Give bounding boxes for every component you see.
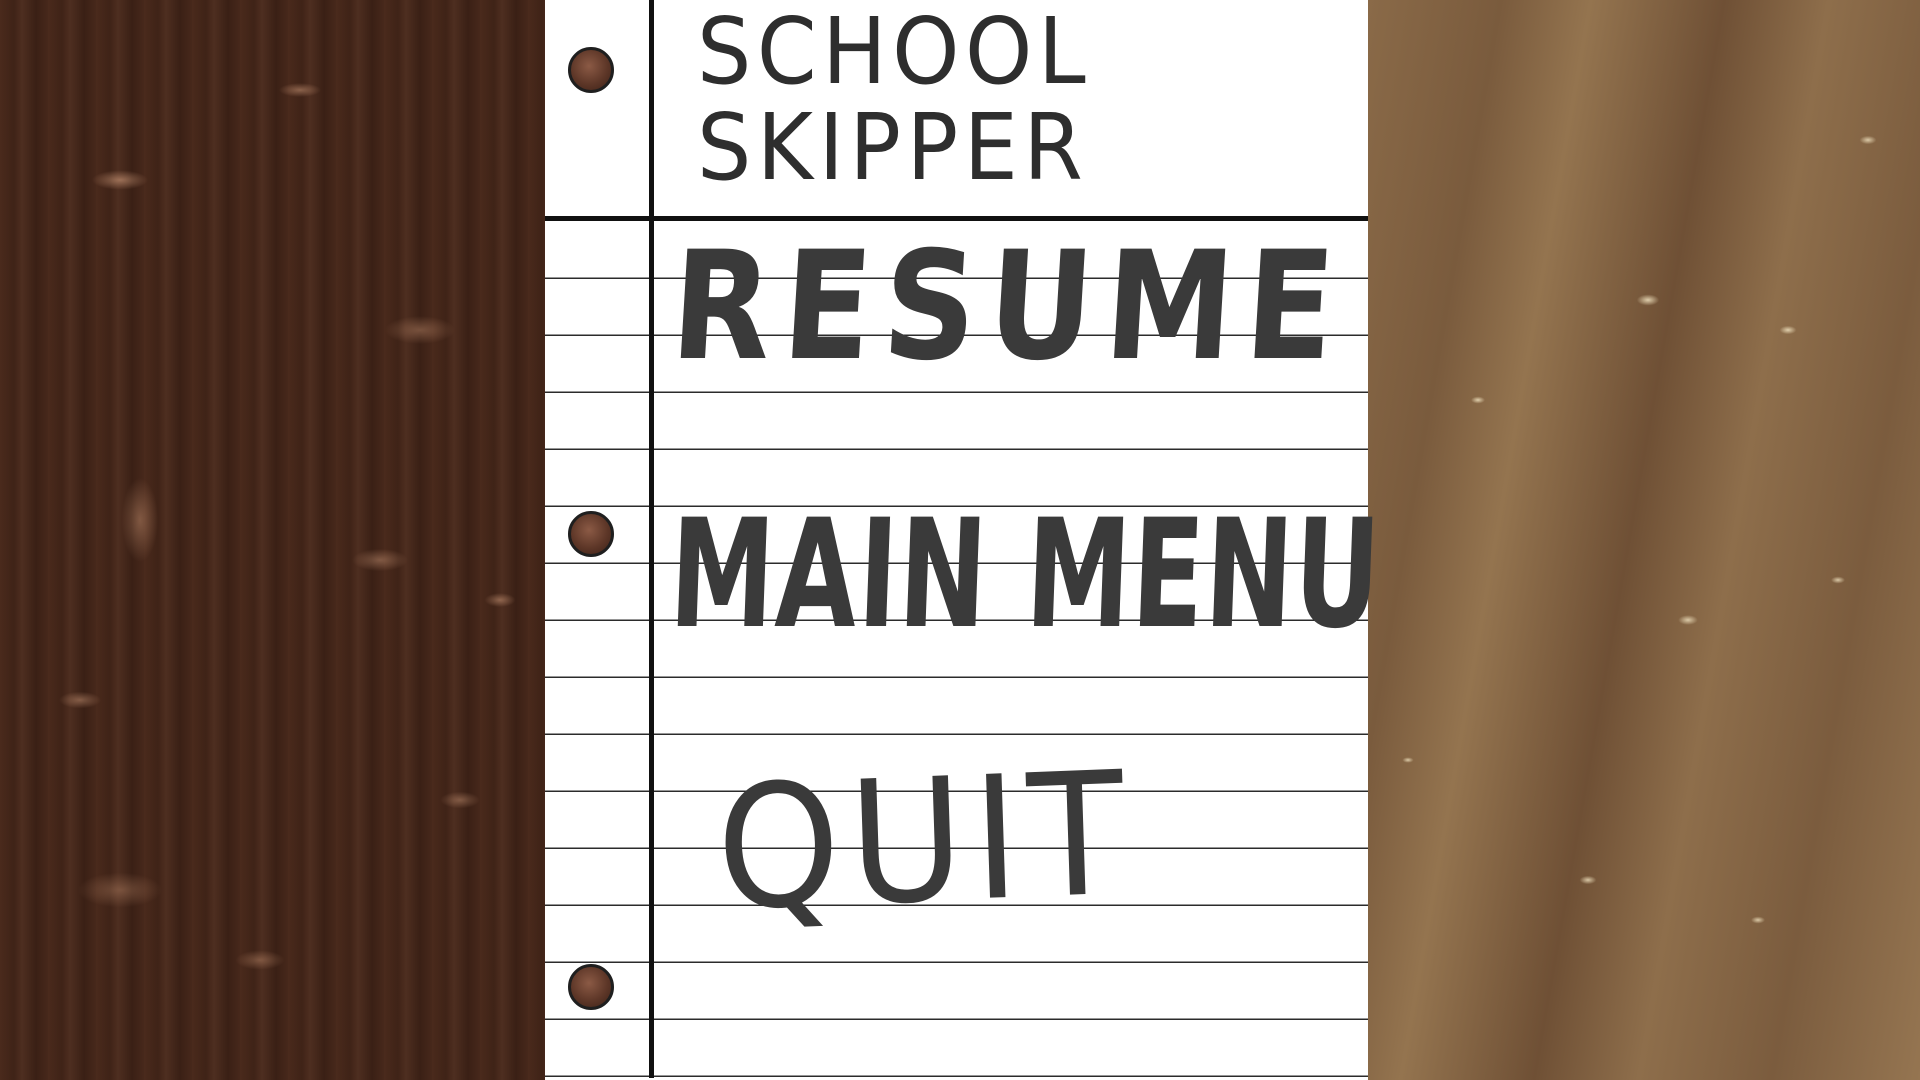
wood-background-right — [1368, 0, 1920, 1080]
margin-line — [649, 0, 654, 1078]
binder-hole-top — [568, 47, 614, 93]
game-title-line2: SKIPPER — [697, 94, 1089, 201]
pause-screen: SCHOOL SKIPPER RESUME MAIN MENU QUIT — [0, 0, 1920, 1080]
quit-button[interactable]: QUIT — [714, 735, 1136, 949]
game-title-logo: SCHOOL SKIPPER — [697, 4, 1217, 196]
main-menu-button[interactable]: MAIN MENU — [667, 488, 1385, 662]
notebook-paper: SCHOOL SKIPPER RESUME MAIN MENU QUIT — [545, 0, 1384, 1080]
binder-hole-middle — [568, 511, 614, 557]
resume-button[interactable]: RESUME — [667, 220, 1351, 394]
game-title-line1: SCHOOL — [697, 0, 1092, 105]
wood-background-left — [0, 0, 545, 1080]
binder-hole-bottom — [568, 964, 614, 1010]
